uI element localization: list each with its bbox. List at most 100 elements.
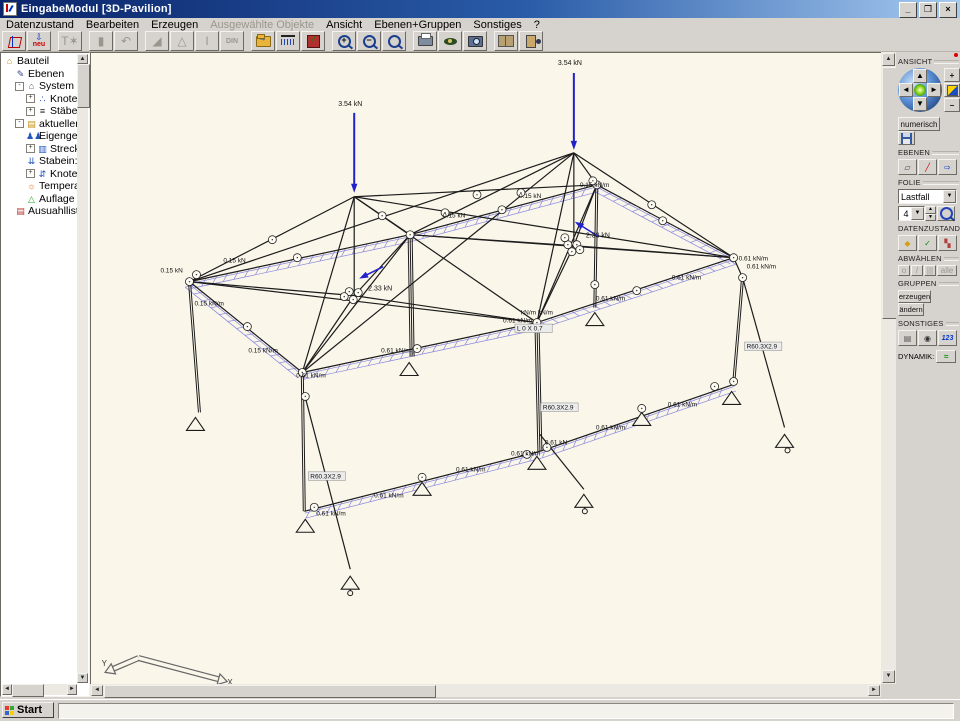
rotate-up-button[interactable]: ▲ (913, 69, 927, 83)
structure-mode-button[interactable] (2, 31, 26, 51)
menu-datenzustand[interactable]: Datenzustand (0, 19, 80, 31)
app-window: EingabeModul [3D-Pavilion] _ ❐ × Datenzu… (0, 0, 960, 698)
zoom-out-view-button[interactable]: − (944, 98, 960, 112)
menu-sonstiges[interactable]: Sonstiges (467, 19, 527, 31)
tree-item-auswahlliste[interactable]: ▤Ausuahlliste (2, 205, 77, 218)
numeric-view-button[interactable]: numerisch (898, 117, 940, 131)
folie-type-value: Lastfall (899, 192, 943, 202)
plane-next-button[interactable]: ⇨ (938, 159, 957, 175)
folie-number-stepper[interactable]: ▲▼ (925, 206, 936, 221)
open-file-button[interactable] (251, 31, 275, 51)
page-marker-button[interactable]: ▤ (898, 330, 917, 346)
check-data-button[interactable] (301, 31, 325, 51)
tree-item-label: Ausuahlliste (28, 205, 77, 217)
knoten-icon: ∴ (37, 94, 48, 104)
numbering-button[interactable]: 123 (938, 330, 957, 346)
menu-bearbeiten[interactable]: Bearbeiten (80, 19, 145, 31)
svg-text:0.15 kN/m: 0.15 kN/m (248, 348, 277, 355)
check-state-button[interactable]: ✓ (918, 235, 937, 251)
chevron-down-icon[interactable]: ▼ (943, 190, 956, 203)
group-create-button[interactable]: erzeugen (898, 290, 931, 303)
new-object-button[interactable]: ⇩neu (27, 31, 51, 51)
clip-plane-icon (947, 85, 958, 96)
rotate-right-button[interactable]: ► (927, 83, 941, 97)
fill-state-button[interactable]: ◆ (898, 235, 917, 251)
minimize-button[interactable]: _ (899, 2, 917, 18)
zoom-in-button[interactable]: + (332, 31, 356, 51)
wall-state-button[interactable]: ▚ (938, 235, 957, 251)
toolbar: ⇩neuT✶▮↶◢△IDIN+− (0, 31, 960, 52)
tree-item-staebe[interactable]: +≡Stäbe (2, 105, 77, 118)
plane-edit-button[interactable]: ╱ (918, 159, 937, 175)
svg-text:0.61 kN/m: 0.61 kN/m (739, 256, 768, 263)
view-options-button[interactable] (438, 31, 462, 51)
ebenen-header: EBENEN (898, 148, 959, 157)
expand-icon[interactable]: + (26, 107, 35, 116)
tree-item-eigengewicht[interactable]: ♟♟Eigenge (2, 130, 77, 143)
load-generator-button[interactable] (276, 31, 300, 51)
sonstiges-header: SONSTIGES (898, 319, 959, 328)
zoom-out-button[interactable]: − (357, 31, 381, 51)
manual-button[interactable] (494, 31, 518, 51)
tree-item-auflager[interactable]: △Auflage (2, 193, 77, 206)
tree-item-temperatur[interactable]: ☼Tempera (2, 180, 77, 193)
search-icon (940, 207, 953, 220)
maximize-button[interactable]: ❐ (919, 2, 937, 18)
menu-erzeugen[interactable]: Erzeugen (145, 19, 204, 31)
folie-type-select[interactable]: Lastfall ▼ (898, 189, 957, 204)
folie-number-select[interactable]: 4 ▼ (898, 206, 925, 221)
expand-icon[interactable]: + (26, 169, 35, 178)
tree-item-bauteil[interactable]: ⌂Bauteil (2, 55, 77, 68)
svg-text:3.54 kN: 3.54 kN (338, 101, 362, 108)
print-button[interactable] (413, 31, 437, 51)
eigengewicht-icon: ♟♟ (26, 131, 37, 141)
exit-button[interactable] (519, 31, 543, 51)
tree-hscrollbar[interactable]: ◄ ► (2, 684, 77, 695)
start-button[interactable]: Start (2, 702, 54, 718)
menu-ebenen-gruppen[interactable]: Ebenen+Gruppen (368, 19, 467, 31)
model-canvas[interactable]: 3.54 kN3.54 kN2.33 kN2.33 kN0.15 kN0.15 … (90, 52, 881, 684)
menu-ausgew-hlte-objekte: Ausgewählte Objekte (204, 19, 320, 31)
menu-?[interactable]: ? (528, 19, 546, 31)
tree-item-label: System (39, 80, 74, 92)
snapshot-button[interactable] (463, 31, 487, 51)
canvas-vscrollbar[interactable]: ▲ ▼ (881, 52, 896, 684)
print-icon (418, 36, 433, 46)
close-button[interactable]: × (939, 2, 957, 18)
tree-item-stabeinwirkungen[interactable]: ⇊Stabein: (2, 155, 77, 168)
group-modify-button[interactable]: ändern (898, 303, 924, 316)
expand-icon[interactable]: + (26, 144, 35, 153)
tree-vscrollbar[interactable]: ▲ ▼ (77, 54, 88, 683)
menu-ansicht[interactable]: Ansicht (320, 19, 368, 31)
section-view-button[interactable] (944, 83, 960, 97)
collapse-icon[interactable]: - (15, 119, 24, 128)
chevron-down-icon[interactable]: ▼ (911, 207, 924, 220)
wall-state-icon: ▚ (944, 239, 950, 248)
display-button[interactable]: ◉ (918, 330, 937, 346)
save-view-button[interactable] (898, 131, 915, 145)
svg-text:0.61 kN/m: 0.61 kN/m (596, 296, 625, 303)
plane-select-button[interactable]: ▱ (898, 159, 917, 175)
rotate-down-button[interactable]: ▼ (913, 97, 927, 111)
tree-item-ebenen[interactable]: ✎Ebenen (2, 68, 77, 81)
deselect-members-button: / (911, 265, 923, 276)
zoom-in-view-button[interactable]: + (944, 68, 960, 82)
tree-item-knotenlasten[interactable]: +⇵Knotenl: (2, 168, 77, 181)
collapse-icon[interactable]: - (15, 82, 24, 91)
rotation-center-icon[interactable] (914, 84, 926, 96)
tree-item-streckenlasten[interactable]: +▥Strecker (2, 143, 77, 156)
folie-search-button[interactable] (937, 206, 955, 221)
zoom-window-button[interactable] (382, 31, 406, 51)
magnifier-icon: − (363, 35, 376, 48)
tree-item-aktueller-lastfall[interactable]: -▤aktueller Las (2, 118, 77, 131)
tree-item-label: Tempera (39, 180, 77, 192)
rotate-left-button[interactable]: ◄ (899, 83, 913, 97)
plane-edit-icon: ╱ (925, 163, 930, 172)
dynamics-button[interactable]: ≈ (936, 350, 956, 363)
expand-icon[interactable]: + (26, 94, 35, 103)
tree-item-system[interactable]: -⌂System (2, 80, 77, 93)
tree-item-knoten[interactable]: +∴Knoten (2, 93, 77, 106)
svg-text:R60.3X2.9: R60.3X2.9 (310, 473, 341, 480)
canvas-hscrollbar[interactable]: ◄ ► (90, 684, 881, 697)
generate-icon: T✶ (61, 35, 78, 47)
